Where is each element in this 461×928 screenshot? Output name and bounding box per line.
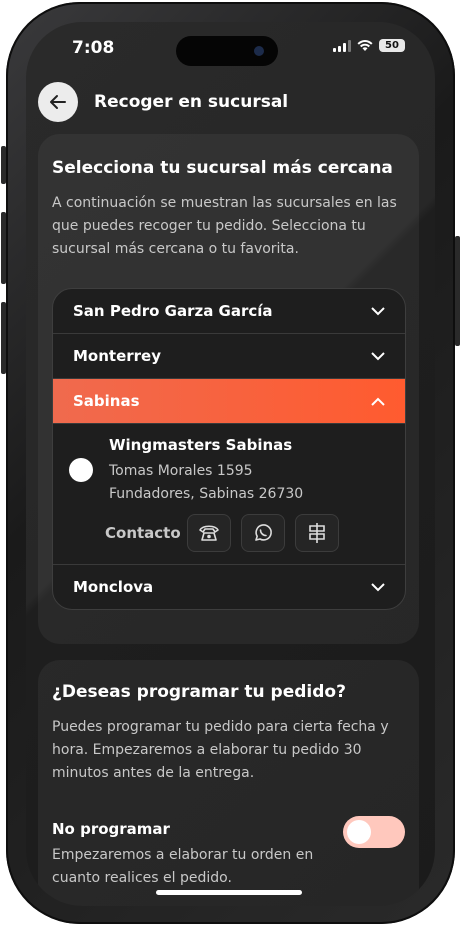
arrow-left-icon — [50, 95, 66, 109]
directions-icon — [309, 523, 325, 543]
header: Recoger en sucursal — [38, 82, 288, 122]
page-title: Recoger en sucursal — [94, 92, 289, 112]
volume-down-button — [1, 302, 6, 374]
schedule-description: Puedes programar tu pedido para cierta f… — [52, 719, 389, 781]
wifi-icon — [357, 39, 373, 51]
phone-icon — [199, 525, 219, 541]
address-line1: Tomas Morales 1595 — [109, 463, 253, 479]
city-item-sabinas[interactable]: Sabinas — [53, 379, 405, 424]
schedule-title: ¿Deseas programar tu pedido? — [52, 682, 346, 702]
toggle-knob — [347, 820, 371, 844]
branch-address: Tomas Morales 1595 Fundadores, Sabinas 2… — [109, 460, 303, 506]
chevron-down-icon — [371, 351, 385, 360]
volume-up-button — [1, 212, 6, 284]
home-indicator — [156, 890, 302, 895]
chevron-up-icon — [371, 397, 385, 406]
signal-icon — [333, 39, 351, 52]
schedule-toggle[interactable] — [343, 816, 405, 848]
city-label: Monclova — [73, 578, 154, 596]
address-line2: Fundadores, Sabinas 26730 — [109, 486, 304, 502]
branches-card: Selecciona tu sucursal más cercana A con… — [38, 134, 419, 644]
whatsapp-icon — [255, 524, 272, 541]
battery-icon: 50 — [379, 39, 405, 52]
city-label: Monterrey — [73, 347, 162, 365]
status-time: 7:08 — [72, 38, 115, 58]
phone-button[interactable] — [187, 514, 231, 552]
status-icons: 50 — [333, 39, 405, 52]
city-label: San Pedro Garza García — [73, 302, 273, 320]
chevron-down-icon — [371, 582, 385, 591]
dynamic-island — [176, 36, 278, 66]
no-schedule-label: No programar — [52, 820, 170, 838]
city-item-monclova[interactable]: Monclova — [53, 565, 405, 609]
branches-title: Selecciona tu sucursal más cercana — [52, 158, 393, 178]
action-button — [1, 146, 6, 184]
city-item-monterrey[interactable]: Monterrey — [53, 334, 405, 379]
branch-name: Wingmasters Sabinas — [109, 436, 293, 454]
chevron-down-icon — [371, 306, 385, 315]
city-accordion: San Pedro Garza García Monterrey Sabinas… — [52, 288, 406, 610]
camera-icon — [254, 46, 264, 56]
back-button[interactable] — [38, 82, 78, 122]
city-label: Sabinas — [73, 392, 140, 410]
branch-item: Wingmasters Sabinas Tomas Morales 1595 F… — [53, 424, 405, 565]
branches-description: A continuación se muestran las sucursale… — [52, 195, 397, 257]
no-schedule-description: Empezaremos a elaborar tu orden en cuant… — [52, 847, 314, 886]
city-item-san-pedro[interactable]: San Pedro Garza García — [53, 289, 405, 334]
power-button — [455, 236, 460, 346]
branch-radio[interactable] — [69, 458, 93, 482]
screen: 7:08 50 Recoger en sucursal Selecciona t… — [26, 22, 435, 906]
schedule-card: ¿Deseas programar tu pedido? Puedes prog… — [38, 660, 419, 906]
contact-label: Contacto — [105, 524, 181, 542]
whatsapp-button[interactable] — [241, 514, 285, 552]
directions-button[interactable] — [295, 514, 339, 552]
